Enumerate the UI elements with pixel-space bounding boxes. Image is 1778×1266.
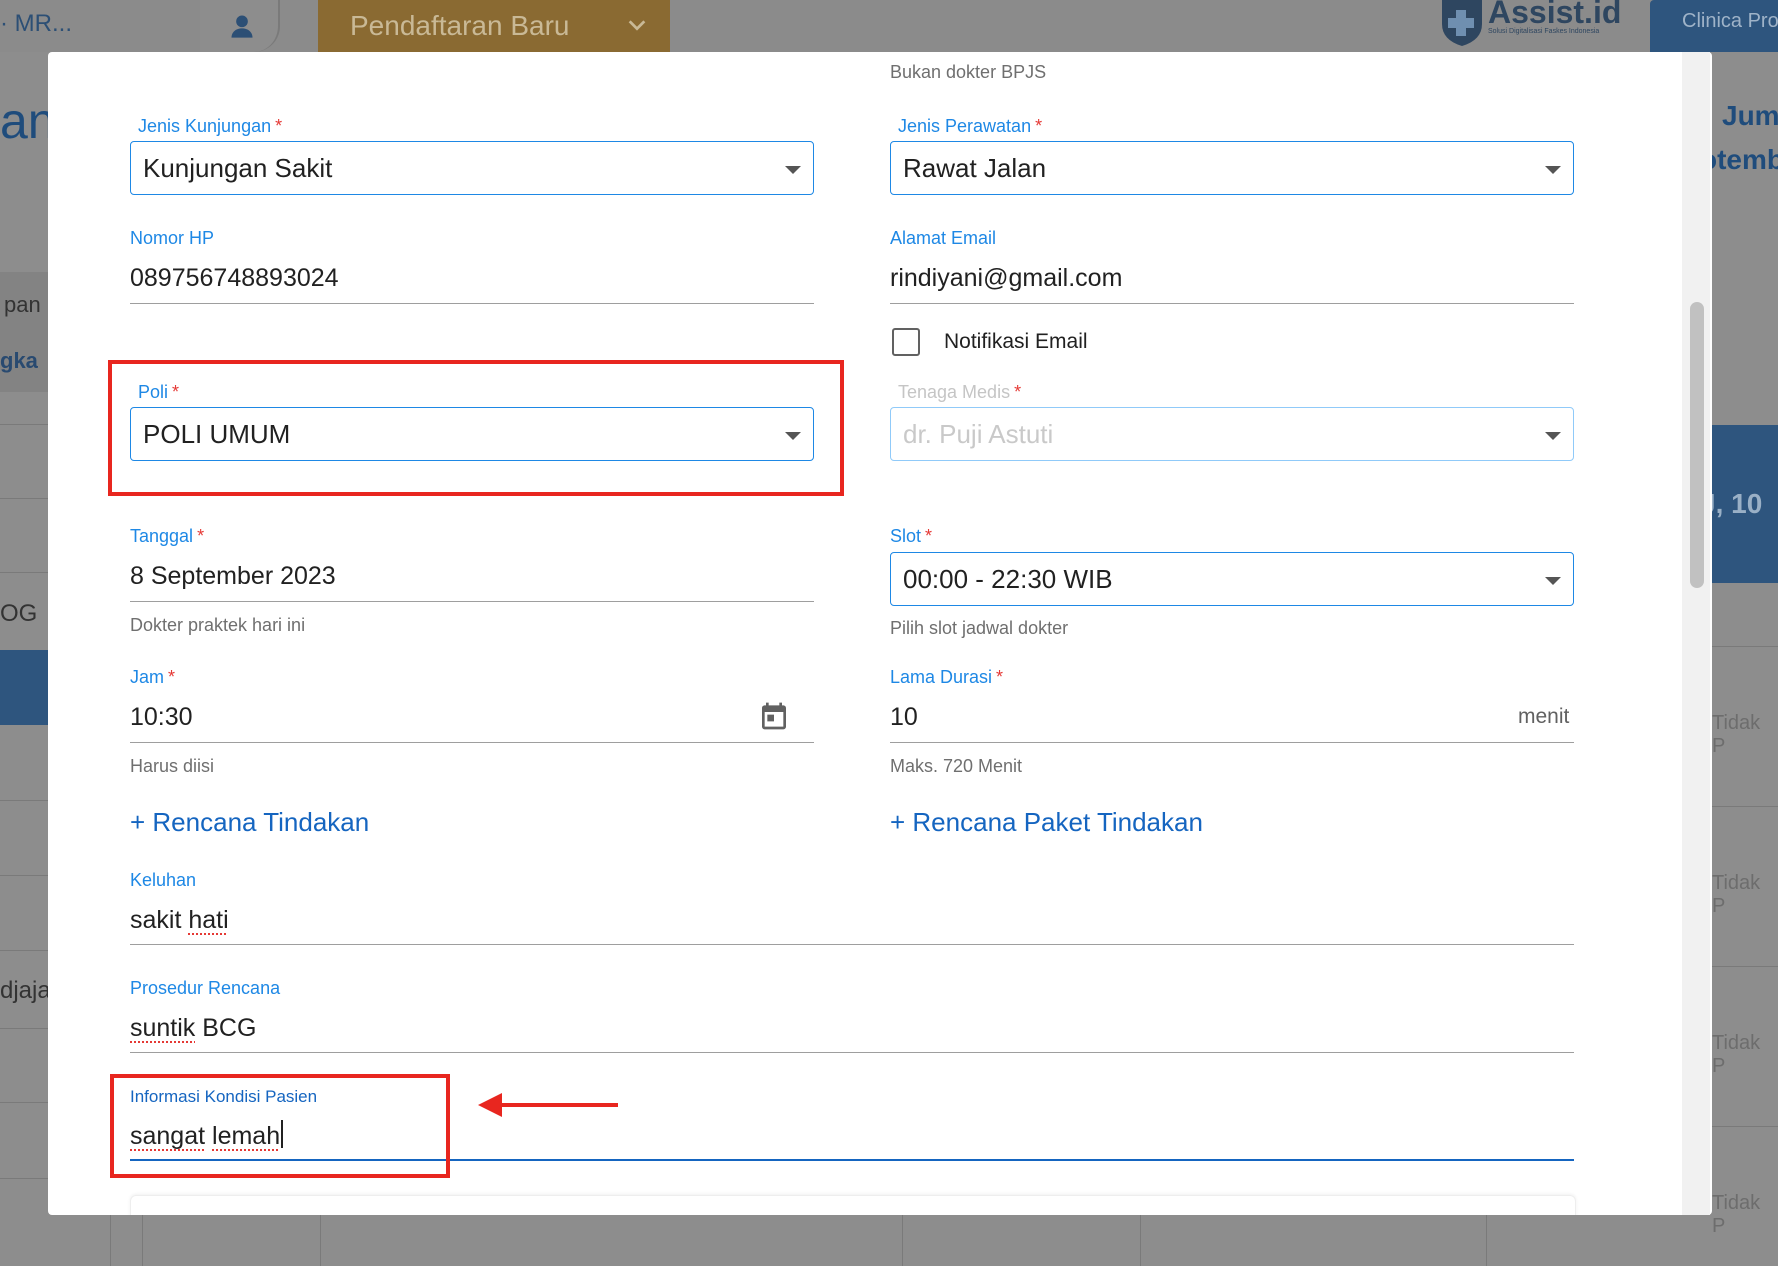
- left-text-djaja: djaja: [0, 977, 51, 1004]
- divider: [1140, 1212, 1141, 1266]
- assist-logo-subtext: Solusi Digitalisasi Faskes Indonesia: [1488, 28, 1600, 35]
- keluhan-text-misspelled: hati: [188, 906, 229, 934]
- slot-value: 00:00 - 22:30 WIB: [903, 564, 1113, 594]
- modal-scrollbar[interactable]: [1682, 52, 1710, 1215]
- divider: [1710, 1126, 1778, 1127]
- slot-hint: Pilih slot jadwal dokter: [890, 618, 1069, 638]
- right-status-text: Tidak P: [1712, 712, 1761, 757]
- chevron-down-icon: [628, 20, 646, 31]
- jam-underline: [130, 742, 814, 743]
- keluhan-input[interactable]: sakit hati: [130, 906, 229, 935]
- divider: [0, 1102, 48, 1103]
- annotation-arrow-head-icon: [478, 1093, 502, 1117]
- dropdown-caret-icon: [1545, 166, 1561, 174]
- jam-input[interactable]: 10:30: [130, 703, 193, 732]
- tanggal-label: Tanggal *: [130, 526, 205, 546]
- notifikasi-email-label: Notifikasi Email: [944, 330, 1088, 353]
- divider: [0, 950, 48, 951]
- divider: [0, 1028, 48, 1029]
- annotation-box-kondisi: [110, 1074, 450, 1178]
- pendaftaran-label: Pendaftaran Baru: [350, 10, 570, 41]
- slot-select[interactable]: 00:00 - 22:30 WIB: [890, 552, 1574, 606]
- lama-durasi-hint: Maks. 720 Menit: [890, 756, 1023, 776]
- next-card-edge: [130, 1195, 1576, 1215]
- top-hint: Bukan dokter BPJS: [890, 62, 1047, 82]
- divider: [1710, 966, 1778, 967]
- assist-logo-text: Assist.id: [1488, 0, 1622, 30]
- divider: [110, 1212, 111, 1266]
- alamat-email-underline: [890, 303, 1574, 304]
- dropdown-caret-icon: [1545, 432, 1561, 440]
- right-background: [1710, 52, 1778, 1266]
- tanggal-underline: [130, 601, 814, 602]
- prosedur-rencana-underline: [130, 1052, 1574, 1053]
- registration-modal: Bukan dokter BPJS Jenis Kunjungan * Kunju…: [48, 52, 1712, 1215]
- right-status-text: Tidak P: [1712, 1192, 1761, 1237]
- lama-durasi-input[interactable]: 10: [890, 703, 918, 732]
- dropdown-caret-icon: [1545, 577, 1561, 585]
- jenis-kunjungan-label: Jenis Kunjungan *: [138, 116, 283, 136]
- jenis-perawatan-label: Jenis Perawatan *: [898, 116, 1043, 136]
- divider: [1710, 646, 1778, 647]
- clinic-button: Clinica Pro: [1650, 0, 1778, 52]
- jenis-perawatan-select[interactable]: Rawat Jalan: [890, 141, 1574, 195]
- nomor-hp-input[interactable]: 089756748893024: [130, 264, 339, 293]
- nomor-hp-underline: [130, 303, 814, 304]
- divider: [320, 1212, 321, 1266]
- prosedur-text: BCG: [195, 1014, 257, 1042]
- divider: [0, 424, 48, 425]
- annotation-box-poli: [108, 360, 844, 496]
- divider: [0, 498, 48, 499]
- prosedur-text-misspelled: suntik: [130, 1014, 196, 1042]
- divider: [0, 875, 48, 876]
- divider: [142, 1212, 143, 1266]
- jenis-kunjungan-select[interactable]: Kunjungan Sakit: [130, 141, 814, 195]
- lama-durasi-label: Lama Durasi *: [890, 667, 1004, 687]
- search-fragment: · MR...: [0, 10, 72, 37]
- keluhan-label: Keluhan: [130, 870, 197, 890]
- tenaga-medis-value: dr. Puji Astuti: [903, 419, 1054, 449]
- jenis-kunjungan-value: Kunjungan Sakit: [143, 153, 333, 183]
- lama-durasi-suffix: menit: [1518, 705, 1570, 728]
- prosedur-rencana-input[interactable]: suntik BCG: [130, 1014, 256, 1043]
- alamat-email-label: Alamat Email: [890, 228, 997, 248]
- left-card: [0, 272, 48, 392]
- keluhan-underline: [130, 944, 1574, 945]
- left-text-gka: gka: [0, 348, 38, 373]
- annotation-arrow: [498, 1103, 618, 1107]
- jenis-perawatan-value: Rawat Jalan: [903, 153, 1047, 183]
- tenaga-medis-label: Tenaga Medis *: [898, 382, 1022, 402]
- lama-durasi-underline: [890, 742, 1574, 743]
- tanggal-hint: Dokter praktek hari ini: [130, 615, 306, 635]
- right-status-text: Tidak P: [1712, 1032, 1761, 1077]
- jam-label: Jam *: [130, 667, 176, 687]
- divider: [1486, 1212, 1487, 1266]
- right-text-jum: Jum: [1722, 100, 1778, 131]
- left-text-og: OG: [0, 600, 38, 627]
- alamat-email-input[interactable]: rindiyani@gmail.com: [890, 264, 1122, 293]
- notifikasi-email-checkbox[interactable]: [892, 328, 920, 356]
- keluhan-text: sakit: [130, 906, 189, 934]
- divider: [0, 1178, 48, 1179]
- rencana-tindakan-button[interactable]: + Rencana Tindakan: [130, 807, 369, 838]
- rencana-paket-tindakan-button[interactable]: + Rencana Paket Tindakan: [890, 807, 1203, 838]
- user-icon: [231, 15, 253, 38]
- tenaga-medis-select[interactable]: dr. Puji Astuti: [890, 407, 1574, 461]
- slot-label: Slot *: [890, 526, 933, 546]
- dropdown-caret-icon: [785, 166, 801, 174]
- modal-scrollbar-thumb[interactable]: [1690, 302, 1704, 588]
- divider: [0, 800, 48, 801]
- pendaftaran-baru-button: Pendaftaran Baru: [318, 0, 670, 52]
- right-status-text: Tidak P: [1712, 872, 1761, 917]
- divider: [902, 1212, 903, 1266]
- calendar-icon[interactable]: [758, 698, 790, 734]
- left-text-pan: pan: [4, 292, 41, 317]
- nomor-hp-label: Nomor HP: [130, 228, 215, 248]
- tanggal-input[interactable]: 8 September 2023: [130, 562, 336, 591]
- left-highlight: [0, 650, 48, 725]
- jam-hint: Harus diisi: [130, 756, 215, 776]
- divider: [0, 572, 48, 573]
- divider: [1710, 806, 1778, 807]
- prosedur-rencana-label: Prosedur Rencana: [130, 978, 281, 998]
